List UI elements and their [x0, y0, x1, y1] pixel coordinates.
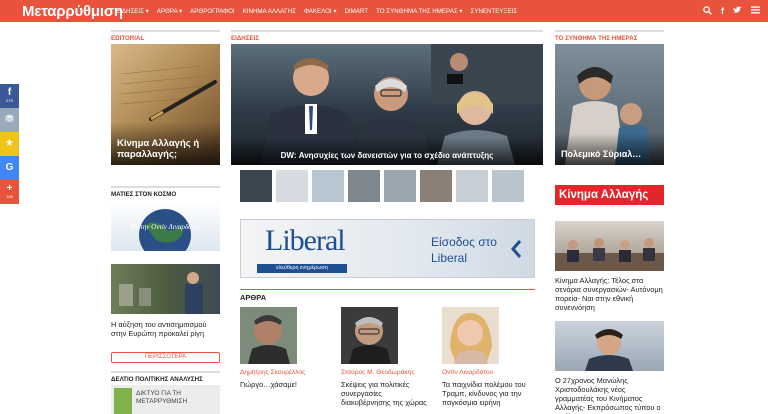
nav-item-folders[interactable]: ΦΑΚΕΛΟΙ ▾: [300, 8, 341, 15]
news-heading: ΕΙΔΗΣΕΙΣ: [231, 30, 543, 42]
editorial-caption[interactable]: Κίνημα Αλλαγής ή παραλλαγής;: [111, 122, 220, 165]
favorite-button[interactable]: ★: [0, 132, 19, 156]
news-thumbnail[interactable]: [492, 170, 524, 202]
nav-item-news[interactable]: ΕΙΔΗΣΕΙΣ ▾: [112, 8, 153, 15]
analysis-banner-text: ΔΙΚΤΥΟ ΓΙΑ ΤΗ ΜΕΤΑΡΡΥΘΜΙΣΗ: [136, 390, 188, 405]
slogan-heading: ΤΟ ΣΥΝΘΗΜΑ ΤΗΣ ΗΜΕΡΑΣ: [555, 30, 664, 42]
more-button[interactable]: ΠΕΡΙΣΣΟΤΕΡΑ: [111, 352, 220, 363]
news-thumbnail[interactable]: [384, 170, 416, 202]
nav-item-slogan[interactable]: ΤΟ ΣΥΝΘΗΜΑ ΤΗΣ ΗΜΕΡΑΣ ▾: [372, 8, 466, 15]
article-author-photo[interactable]: [442, 307, 499, 364]
news-thumbnail[interactable]: [456, 170, 488, 202]
secretary-story-caption[interactable]: Ο 27χρονος Μανώλης Χριστοδουλάκης νέος γ…: [555, 376, 664, 414]
world-story-image[interactable]: [111, 264, 220, 314]
kinima-story-image[interactable]: [555, 221, 664, 271]
article-author-photo[interactable]: [341, 307, 398, 364]
news-hero-image[interactable]: DW: Ανησυχίες των δανειστών για το σχέδι…: [231, 44, 543, 165]
search-icon[interactable]: [703, 5, 712, 17]
article-title[interactable]: Τα παιχνίδια πολέμου του Τραμπ, κίνδυνος…: [442, 380, 534, 407]
facebook-share-button[interactable]: f 279: [0, 84, 19, 108]
top-nav-bar: Μεταρρύθμιση ΕΙΔΗΣΕΙΣ ▾ ΑΡΘΡΑ ▾ ΑΡΘΡΟΓΡΑ…: [0, 0, 768, 22]
facebook-icon[interactable]: f: [721, 6, 724, 16]
news-thumbnail[interactable]: [312, 170, 344, 202]
google-share-button[interactable]: G: [0, 156, 19, 180]
nav-item-columnists[interactable]: ΑΡΘΡΟΓΡΑΦΟΙ: [186, 8, 239, 15]
liberal-enter-text: Είσοδος στο Liberal: [431, 235, 497, 265]
editorial-heading: EDITORIAL: [111, 30, 220, 42]
news-hero-caption[interactable]: DW: Ανησυχίες των δανειστών για το σχέδι…: [231, 137, 543, 165]
menu-icon[interactable]: [751, 6, 760, 16]
top-icons: f: [703, 0, 760, 22]
main-menu: ΕΙΔΗΣΕΙΣ ▾ ΑΡΘΡΑ ▾ ΑΡΘΡΟΓΡΑΦΟΙ ΚΙΝΗΜΑ ΑΛ…: [112, 0, 521, 22]
news-thumbnail[interactable]: [348, 170, 380, 202]
network-logo-icon: [114, 388, 132, 414]
liberal-logo: Liberal: [265, 224, 346, 257]
article-title[interactable]: Γιώργο…χάσαμε!: [240, 380, 330, 389]
article-author[interactable]: Δημήτρης Σκουρέλλος: [240, 369, 305, 376]
analysis-banner[interactable]: ΔΙΚΤΥΟ ΓΙΑ ΤΗ ΜΕΤΑΡΡΥΘΜΙΣΗ: [111, 385, 220, 414]
liberal-tagline: ελεύθερη ενημέρωση: [257, 264, 347, 273]
chevron-left-icon: [510, 239, 522, 264]
social-share-bar: f 279 ⛃ ★ G +185: [0, 84, 19, 204]
kinima-story-caption[interactable]: Κίνημα Αλλαγής: Τέλος στα σενάρια συνεργ…: [555, 276, 664, 312]
article-title[interactable]: Σκέψεις για πολιτικές συνεργασίες διακυβ…: [341, 380, 433, 407]
world-banner-text: Μέ την Οντίν Λιναρδάτου: [130, 223, 201, 231]
world-banner[interactable]: Μέ την Οντίν Λιναρδάτου: [111, 201, 220, 251]
articles-heading: ΑΡΘΡΑ: [240, 289, 535, 302]
nav-item-kinima[interactable]: ΚΙΝΗΜΑ ΑΛΛΑΓΗΣ: [239, 8, 300, 15]
kinima-banner[interactable]: Κίνημα Αλλαγής: [555, 185, 664, 205]
news-thumbnail[interactable]: [276, 170, 308, 202]
secretary-story-image[interactable]: [555, 321, 664, 371]
world-heading: ΜΑΤΙΕΣ ΣΤΟΝ ΚΟΣΜΟ: [111, 186, 220, 198]
twitter-icon[interactable]: [733, 6, 742, 16]
news-thumbnail[interactable]: [240, 170, 272, 202]
world-story-caption[interactable]: Η αύξηση του αντισημιτισμού στην Ευρώπη …: [111, 320, 220, 338]
share-button[interactable]: ⛃: [0, 108, 19, 132]
slogan-caption[interactable]: Πολεμικό Σύριαλ…: [555, 133, 664, 165]
nav-item-dimart[interactable]: DIMART: [340, 8, 372, 15]
article-author-photo[interactable]: [240, 307, 297, 364]
news-thumbnail[interactable]: [420, 170, 452, 202]
nav-item-interviews[interactable]: ΣΥΝΕΝΤΕΥΞΕΙΣ: [467, 8, 522, 15]
editorial-image[interactable]: Κίνημα Αλλαγής ή παραλλαγής;: [111, 44, 220, 165]
slogan-image[interactable]: Πολεμικό Σύριαλ…: [555, 44, 664, 165]
more-share-button[interactable]: +185: [0, 180, 19, 204]
liberal-banner[interactable]: Liberal ελεύθερη ενημέρωση Είσοδος στο L…: [240, 219, 535, 278]
analysis-heading: ΔΕΛΤΙΟ ΠΟΛΙΤΙΚΗΣ ΑΝΑΛΥΣΗΣ: [111, 371, 220, 383]
article-author[interactable]: Σταύρος Μ. Θεοδωράκης: [341, 369, 415, 376]
nav-item-articles[interactable]: ΑΡΘΡΑ ▾: [153, 8, 186, 15]
article-author[interactable]: Οντίν Λιναρδάτου: [442, 369, 493, 376]
site-logo[interactable]: Μεταρρύθμιση: [0, 3, 123, 20]
